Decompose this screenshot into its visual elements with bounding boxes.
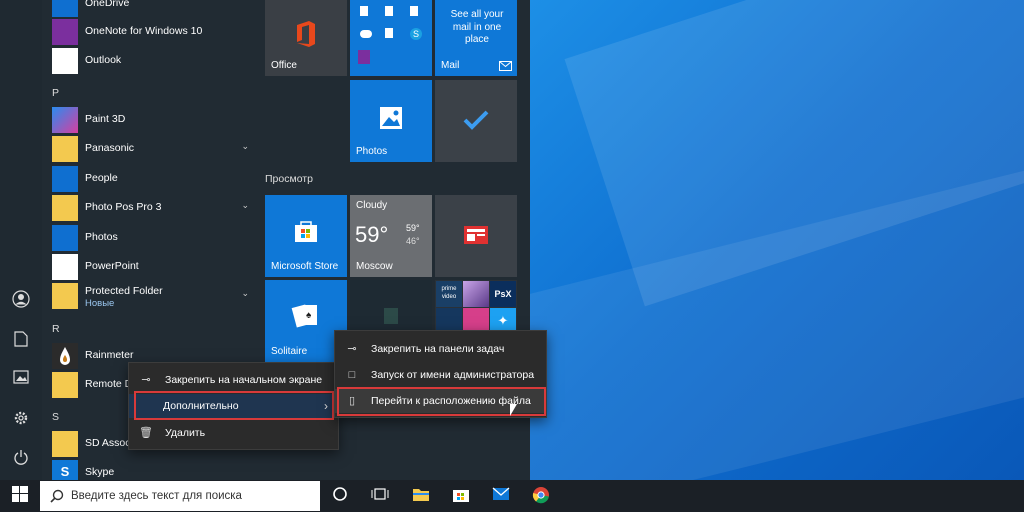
pin-icon: ⊸	[141, 374, 151, 386]
tile-weather[interactable]: Cloudy 59° 59° 46° Moscow	[350, 195, 432, 277]
mail-icon[interactable]	[491, 486, 511, 506]
search-icon	[50, 489, 64, 503]
app-outlook[interactable]: Outlook	[52, 48, 257, 74]
onenote-icon	[52, 19, 78, 45]
highlight-more	[134, 391, 334, 420]
desktop-background	[530, 0, 1024, 480]
mail-icon	[499, 61, 512, 71]
folder-icon	[52, 431, 78, 457]
chevron-down-icon[interactable]: ⌄	[241, 200, 249, 211]
documents-icon[interactable]	[11, 331, 31, 351]
tile-group-label[interactable]: Просмотр	[265, 173, 313, 185]
shield-icon: □	[348, 369, 356, 381]
tile-todo[interactable]	[435, 80, 517, 162]
rainmeter-icon	[52, 343, 78, 369]
onedrive-icon	[52, 0, 78, 17]
store-icon[interactable]	[451, 486, 471, 506]
letter-header-r[interactable]: R	[52, 323, 60, 335]
app-paint3d[interactable]: Paint 3D	[52, 107, 257, 133]
windows-start-icon[interactable]	[10, 486, 30, 506]
tile-photos[interactable]: Photos	[350, 80, 432, 162]
tile-microsoft-store[interactable]: Microsoft Store	[265, 195, 347, 277]
checkmark-icon	[463, 110, 489, 130]
pictures-icon[interactable]	[11, 370, 31, 390]
letter-header-p[interactable]: P	[52, 87, 59, 99]
tile-mail[interactable]: See all your mail in one place Mail	[435, 0, 517, 76]
folder-icon	[52, 283, 78, 309]
file-icon	[52, 48, 78, 74]
menu-item-remove[interactable]: 🗑 Удалить	[129, 421, 338, 445]
app-panasonic[interactable]: Panasonic ⌄	[52, 136, 257, 162]
folder-icon	[52, 372, 78, 398]
tile-productivity-folder[interactable]: S	[350, 0, 432, 76]
new-badge: Новые	[85, 298, 115, 309]
letter-header-s[interactable]: S	[52, 411, 59, 423]
start-rail	[0, 0, 42, 480]
chevron-down-icon[interactable]: ⌄	[241, 141, 249, 152]
task-view-icon[interactable]	[370, 486, 390, 506]
app-protected-folder[interactable]: Protected Folder Новые ⌄	[52, 283, 257, 309]
menu-item-run-admin[interactable]: □ Запуск от имени администратора	[335, 363, 546, 387]
settings-gear-icon[interactable]	[11, 410, 31, 430]
news-icon	[464, 226, 488, 244]
app-photos[interactable]: Photos	[52, 225, 257, 251]
folder-icon	[52, 136, 78, 162]
chevron-down-icon[interactable]: ⌄	[241, 288, 249, 299]
cortana-icon[interactable]	[330, 486, 350, 506]
cards-icon: ♠	[291, 304, 317, 328]
photos-icon	[52, 225, 78, 251]
file-explorer-icon[interactable]	[411, 486, 431, 506]
taskbar: Введите здесь текст для поиска	[0, 480, 1024, 512]
app-powerpoint[interactable]: PowerPoint	[52, 254, 257, 280]
power-icon[interactable]	[11, 449, 31, 469]
people-icon	[52, 166, 78, 192]
file-icon	[52, 254, 78, 280]
app-onenote[interactable]: OneNote for Windows 10	[52, 19, 257, 45]
chrome-icon[interactable]	[531, 486, 551, 506]
mouse-cursor	[510, 404, 517, 416]
app-people[interactable]: People	[52, 166, 257, 192]
tile-news[interactable]	[435, 195, 517, 277]
menu-item-pin-taskbar[interactable]: ⊸ Закрепить на панели задач	[335, 337, 546, 361]
app-onedrive[interactable]: OneDrive	[52, 0, 257, 17]
trash-icon: 🗑	[139, 427, 153, 439]
folder-icon	[52, 195, 78, 221]
app-photopos[interactable]: Photo Pos Pro 3 ⌄	[52, 195, 257, 221]
user-icon[interactable]	[11, 290, 31, 310]
tile-office[interactable]: Office	[265, 0, 347, 76]
photos-icon	[380, 107, 402, 129]
paint3d-icon	[52, 107, 78, 133]
menu-item-pin-start[interactable]: ⊸ Закрепить на начальном экране	[129, 368, 338, 392]
game-icon	[463, 281, 489, 307]
taskbar-search-box[interactable]: Введите здесь текст для поиска	[40, 481, 320, 511]
store-icon	[295, 221, 317, 242]
svg-text:♠: ♠	[306, 310, 312, 321]
pin-icon: ⊸	[347, 343, 357, 355]
